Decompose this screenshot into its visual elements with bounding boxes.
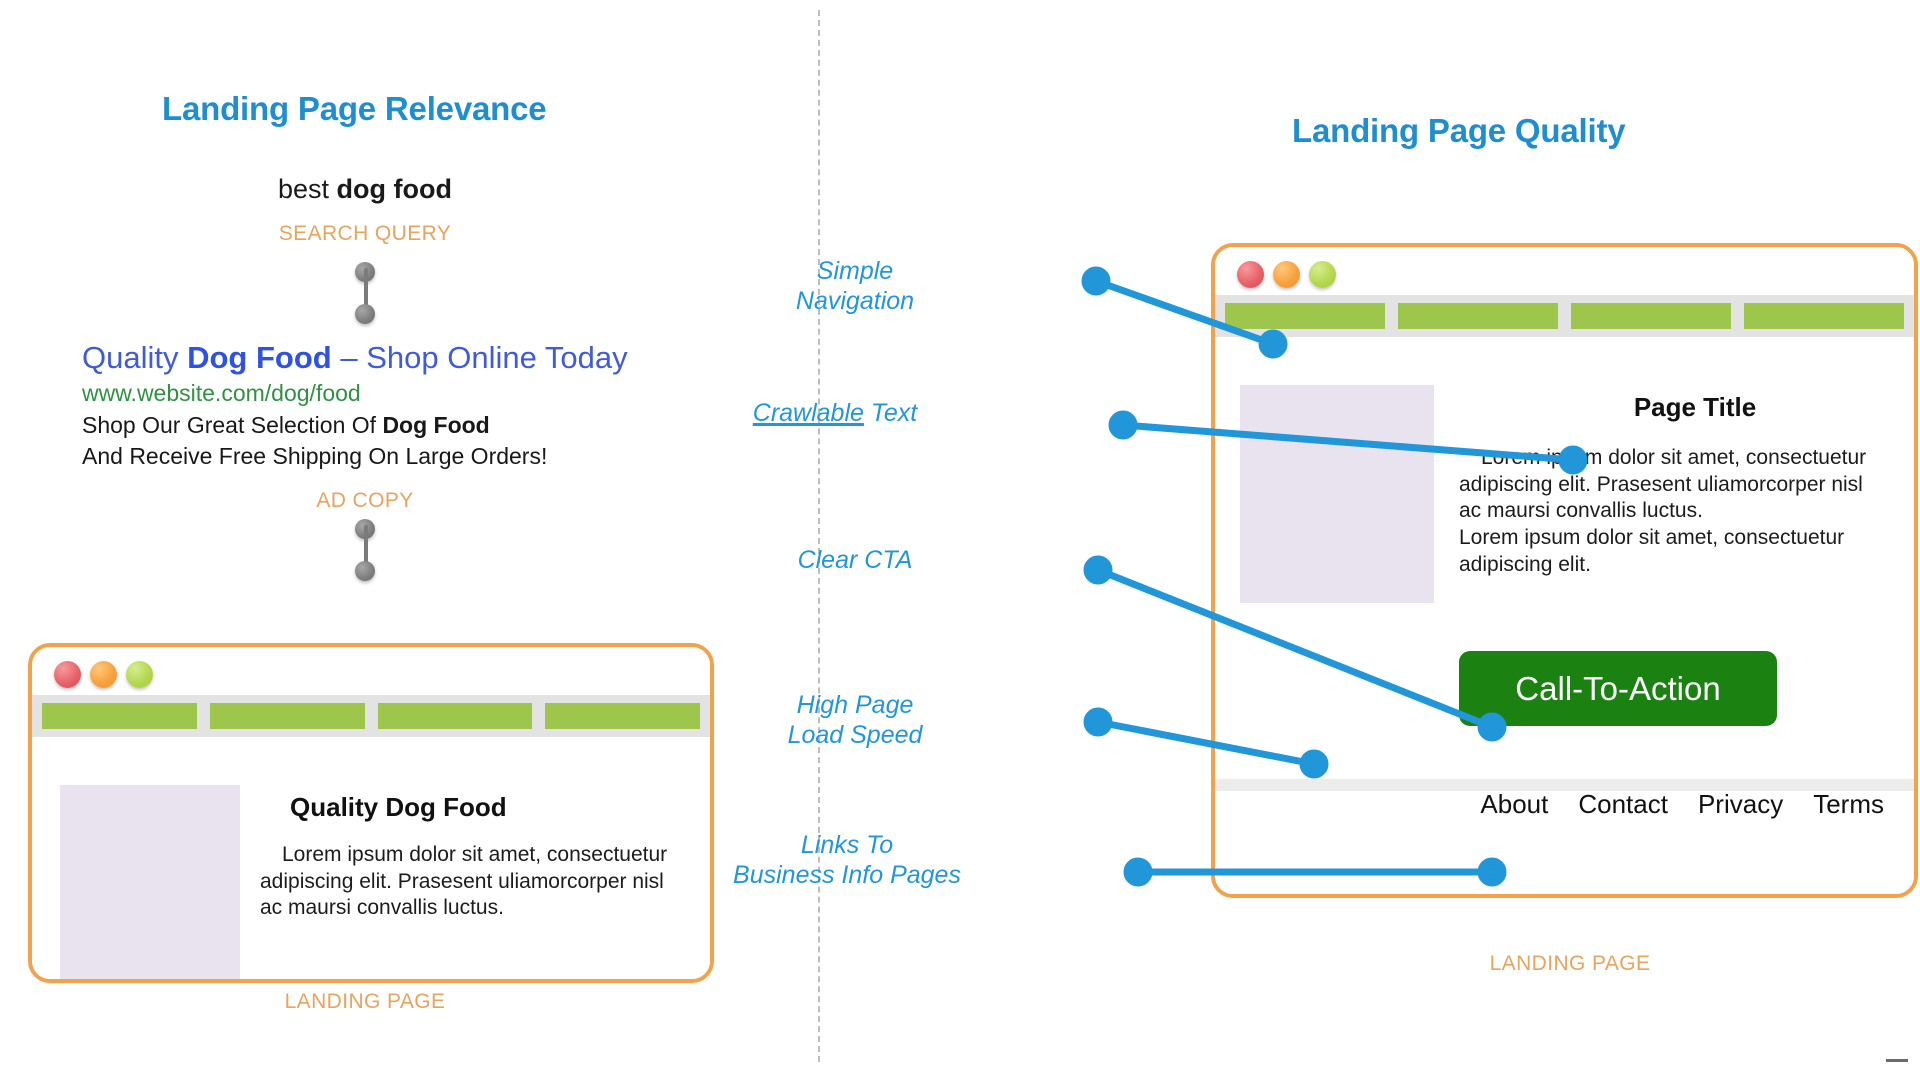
slide-canvas: Landing Page Relevance best dog food SEA… bbox=[0, 0, 1920, 1080]
connector-knob-bottom bbox=[355, 561, 375, 581]
landing-page-body: Quality Dog Food Lorem ipsum dolor sit a… bbox=[32, 737, 710, 979]
ad-headline-part1: Quality bbox=[82, 340, 188, 375]
close-window-icon[interactable] bbox=[1237, 261, 1264, 288]
nav-item-3[interactable] bbox=[377, 703, 533, 729]
ad-headline-bold: Dog Food bbox=[187, 340, 332, 375]
nav-item-4[interactable] bbox=[1744, 303, 1904, 329]
connector-query-to-ad bbox=[355, 262, 377, 324]
search-query-prefix: best bbox=[278, 174, 337, 204]
call-to-action-button[interactable]: Call-To-Action bbox=[1459, 651, 1777, 726]
ad-desc-line1-a: Shop Our Great Selection Of bbox=[82, 412, 383, 439]
ad-desc-line1-bold: Dog Food bbox=[382, 412, 490, 439]
minimize-window-icon[interactable] bbox=[90, 661, 117, 688]
window-controls bbox=[54, 661, 153, 688]
search-query-text: best dog food bbox=[0, 174, 730, 205]
browser-mockup-right: Page Title Lorem ipsum dolor sit amet, c… bbox=[1211, 243, 1918, 898]
ad-display-url: www.website.com/dog/food bbox=[82, 379, 361, 406]
site-navigation-bar bbox=[32, 695, 710, 737]
browser-titlebar bbox=[32, 647, 710, 695]
caption-ad-copy: AD COPY bbox=[316, 489, 414, 512]
hero-image-placeholder bbox=[1240, 385, 1434, 603]
ad-description-line1: Shop Our Great Selection Of Dog Food bbox=[82, 410, 782, 440]
footer-link-about[interactable]: About bbox=[1480, 789, 1548, 820]
callout-crawlable-text: Crawlable Text bbox=[700, 398, 970, 428]
caption-landing-page-right: LANDING PAGE bbox=[1489, 952, 1651, 975]
callout-crawlable-rest: Text bbox=[863, 399, 918, 427]
nav-item-2[interactable] bbox=[209, 703, 365, 729]
nav-item-1[interactable] bbox=[1225, 303, 1385, 329]
footer-link-terms[interactable]: Terms bbox=[1813, 789, 1884, 820]
maximize-window-icon[interactable] bbox=[1309, 261, 1336, 288]
browser-titlebar bbox=[1215, 247, 1914, 295]
hero-image-placeholder bbox=[60, 785, 240, 979]
callout-simple-navigation: Simple Navigation bbox=[795, 257, 915, 315]
callout-crawlable-underlined: Crawlable bbox=[752, 399, 864, 427]
caption-landing-page-left: LANDING PAGE bbox=[284, 990, 446, 1013]
connector-knob-bottom bbox=[355, 304, 375, 324]
maximize-window-icon[interactable] bbox=[126, 661, 153, 688]
corner-mark bbox=[1886, 1059, 1908, 1062]
callout-links-to-business-info-pages: Links To Business Info Pages bbox=[733, 831, 961, 889]
ad-headline-part2: – Shop Online Today bbox=[331, 340, 628, 375]
callout-high-page-load-speed: High Page Load Speed bbox=[787, 691, 923, 749]
close-window-icon[interactable] bbox=[54, 661, 81, 688]
site-navigation-bar bbox=[1215, 295, 1914, 337]
minimize-window-icon[interactable] bbox=[1273, 261, 1300, 288]
landing-page-title: Page Title bbox=[1633, 392, 1757, 422]
page-title-right: Landing Page Quality bbox=[1292, 112, 1626, 149]
caption-search-query: SEARCH QUERY bbox=[278, 222, 452, 245]
ad-description: Shop Our Great Selection Of Dog Food And… bbox=[82, 410, 782, 471]
nav-item-4[interactable] bbox=[545, 703, 700, 729]
page-title-left: Landing Page Relevance bbox=[162, 90, 547, 127]
nav-item-3[interactable] bbox=[1571, 303, 1731, 329]
footer-link-contact[interactable]: Contact bbox=[1578, 789, 1668, 820]
ad-copy-block: Quality Dog Food – Shop Online Today www… bbox=[82, 340, 782, 471]
footer-links: About Contact Privacy Terms bbox=[1215, 789, 1914, 820]
nav-item-2[interactable] bbox=[1398, 303, 1558, 329]
search-query-bold: dog food bbox=[336, 174, 452, 204]
landing-page-body: Page Title Lorem ipsum dolor sit amet, c… bbox=[1215, 337, 1914, 894]
footer-link-privacy[interactable]: Privacy bbox=[1698, 789, 1783, 820]
ad-description-line2: And Receive Free Shipping On Large Order… bbox=[82, 442, 548, 469]
connector-ad-to-landing bbox=[355, 519, 377, 581]
callout-clear-cta: Clear CTA bbox=[797, 546, 913, 574]
ad-headline: Quality Dog Food – Shop Online Today bbox=[82, 340, 782, 377]
window-controls bbox=[1237, 261, 1336, 288]
browser-mockup-left: Quality Dog Food Lorem ipsum dolor sit a… bbox=[28, 643, 714, 983]
landing-page-title: Quality Dog Food bbox=[290, 792, 507, 822]
landing-page-copy: Lorem ipsum dolor sit amet, consectuetur… bbox=[260, 843, 668, 920]
landing-page-copy: Lorem ipsum dolor sit amet, consectuetur… bbox=[1459, 446, 1867, 576]
panel-divider bbox=[818, 10, 820, 1062]
nav-item-1[interactable] bbox=[42, 703, 197, 729]
